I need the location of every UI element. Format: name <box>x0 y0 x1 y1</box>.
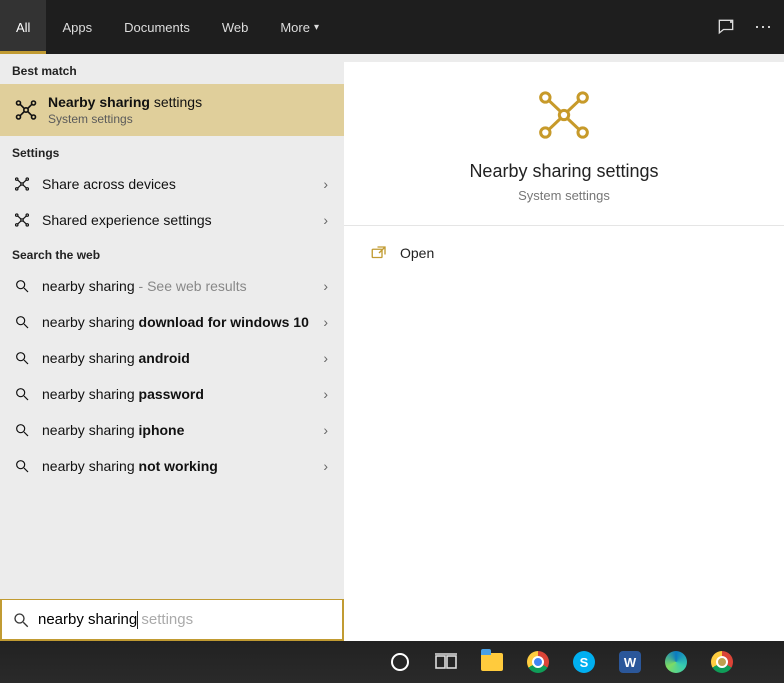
chevron-right-icon: › <box>323 314 332 330</box>
search-input[interactable]: nearby sharing nearby sharing settings <box>38 608 332 632</box>
tab-web[interactable]: Web <box>206 0 265 54</box>
settings-result[interactable]: Shared experience settings › <box>0 202 344 238</box>
search-icon <box>12 348 32 368</box>
chrome-icon[interactable] <box>524 648 552 676</box>
tab-apps[interactable]: Apps <box>46 0 108 54</box>
chevron-down-icon: ▾ <box>314 22 319 33</box>
search-bar[interactable]: nearby sharing nearby sharing settings <box>0 599 344 641</box>
search-icon <box>12 420 32 440</box>
share-icon <box>12 174 32 194</box>
result-label: nearby sharing - See web results <box>42 278 313 294</box>
panel-gap <box>344 54 784 62</box>
share-icon <box>536 87 592 143</box>
chevron-right-icon: › <box>323 386 332 402</box>
best-match-subtitle: System settings <box>48 112 202 126</box>
web-result[interactable]: nearby sharing android › <box>0 340 344 376</box>
feedback-icon[interactable] <box>716 17 736 37</box>
results-panel: Best match Nearby sharing settings <box>0 54 344 641</box>
result-label: nearby sharing iphone <box>42 422 313 438</box>
web-result[interactable]: nearby sharing iphone › <box>0 412 344 448</box>
share-icon <box>12 96 40 124</box>
best-match-result[interactable]: Nearby sharing settings System settings <box>0 84 344 136</box>
tab-documents[interactable]: Documents <box>108 0 206 54</box>
taskbar: S W <box>0 641 784 683</box>
chrome-profile-icon[interactable] <box>708 648 736 676</box>
chevron-right-icon: › <box>323 278 332 294</box>
search-icon <box>12 456 32 476</box>
result-label: nearby sharing password <box>42 386 313 402</box>
preview-subtitle: System settings <box>518 188 610 203</box>
preview-action-open[interactable]: Open <box>344 234 784 272</box>
search-icon <box>12 611 30 629</box>
tab-all[interactable]: All <box>0 0 46 54</box>
section-header-web: Search the web <box>0 238 344 268</box>
tab-more[interactable]: More▾ <box>264 0 335 54</box>
share-icon <box>12 210 32 230</box>
result-label: nearby sharing download for windows 10 <box>42 314 313 330</box>
search-tabs: All Apps Documents Web More▾ <box>0 0 716 54</box>
chevron-right-icon: › <box>323 422 332 438</box>
edge-icon[interactable] <box>662 648 690 676</box>
text-caret <box>137 611 138 629</box>
search-tabs-header: All Apps Documents Web More▾ ⋯ <box>0 0 784 54</box>
result-label: Share across devices <box>42 176 313 192</box>
web-result[interactable]: nearby sharing password › <box>0 376 344 412</box>
more-options-icon[interactable]: ⋯ <box>754 18 774 36</box>
web-result[interactable]: nearby sharing download for windows 10 › <box>0 304 344 340</box>
open-icon <box>370 244 388 262</box>
word-icon[interactable]: W <box>616 648 644 676</box>
cortana-icon[interactable] <box>386 648 414 676</box>
file-explorer-icon[interactable] <box>478 648 506 676</box>
result-label: Shared experience settings <box>42 212 313 228</box>
preview-action-label: Open <box>400 245 434 261</box>
skype-icon[interactable]: S <box>570 648 598 676</box>
search-icon <box>12 312 32 332</box>
web-result[interactable]: nearby sharing - See web results › <box>0 268 344 304</box>
chevron-right-icon: › <box>323 458 332 474</box>
chevron-right-icon: › <box>323 212 332 228</box>
preview-title: Nearby sharing settings <box>469 161 658 182</box>
preview-panel: Nearby sharing settings System settings … <box>344 54 784 641</box>
best-match-title: Nearby sharing settings <box>48 94 202 110</box>
web-result[interactable]: nearby sharing not working › <box>0 448 344 484</box>
result-label: nearby sharing android <box>42 350 313 366</box>
task-view-icon[interactable] <box>432 648 460 676</box>
result-label: nearby sharing not working <box>42 458 313 474</box>
search-icon <box>12 276 32 296</box>
chevron-right-icon: › <box>323 176 332 192</box>
section-header-settings: Settings <box>0 136 344 166</box>
settings-result[interactable]: Share across devices › <box>0 166 344 202</box>
search-icon <box>12 384 32 404</box>
section-header-best-match: Best match <box>0 54 344 84</box>
chevron-right-icon: › <box>323 350 332 366</box>
